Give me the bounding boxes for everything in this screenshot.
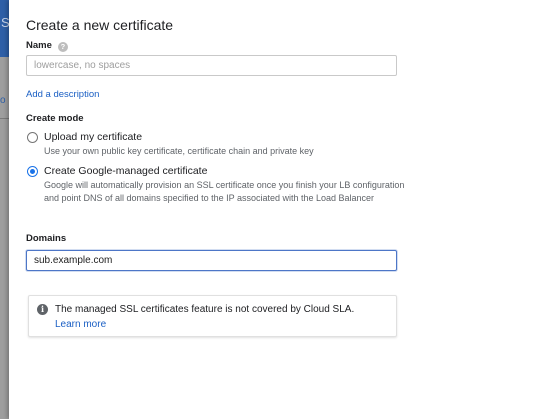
domains-label: Domains (26, 233, 67, 244)
radio-option-google-managed[interactable]: Create Google-managed certificate Google… (26, 165, 406, 219)
sla-notice-text: The managed SSL certificates feature is … (55, 304, 355, 315)
name-label-row: Name? (26, 40, 68, 52)
name-input[interactable] (26, 55, 397, 76)
radio-upload-description: Use your own public key certificate, cer… (44, 146, 314, 156)
screen: S o Create a new certificate Name? Add a… (0, 0, 540, 419)
background-page: S o (0, 0, 10, 419)
create-mode-label: Create mode (26, 113, 84, 124)
name-label: Name (26, 40, 52, 51)
domains-input[interactable] (26, 250, 397, 271)
help-icon[interactable]: ? (57, 42, 68, 52)
radio-google-managed-description: Google will automatically provision an S… (44, 180, 405, 203)
background-divider (0, 118, 9, 119)
background-link-fragment: o (0, 95, 6, 106)
background-header-bar: S (0, 0, 10, 57)
radio-google-managed-label: Create Google-managed certificate (44, 165, 208, 177)
create-certificate-dialog: Create a new certificate Name? Add a des… (9, 0, 540, 419)
sla-notice: i The managed SSL certificates feature i… (28, 295, 397, 337)
add-description-link[interactable]: Add a description (26, 89, 99, 101)
dialog-title: Create a new certificate (26, 17, 174, 33)
radio-upload-certificate[interactable] (27, 132, 38, 143)
radio-google-managed-certificate[interactable] (27, 166, 38, 177)
learn-more-link[interactable]: Learn more (55, 318, 106, 331)
radio-upload-label: Upload my certificate (44, 131, 143, 143)
info-icon: i (37, 304, 48, 315)
radio-option-upload[interactable]: Upload my certificate Use your own publi… (26, 131, 406, 159)
